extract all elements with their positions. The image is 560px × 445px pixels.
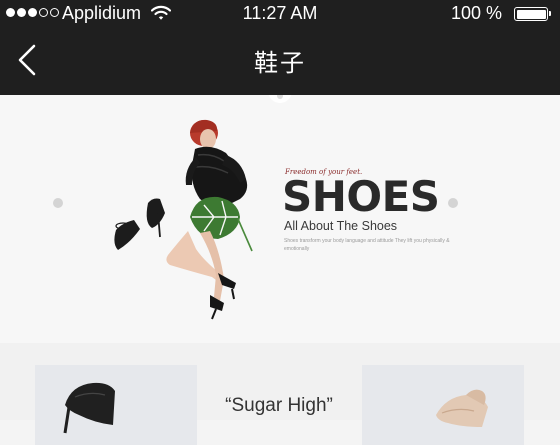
banner-body-text: Shoes transform your body language and a…	[284, 238, 450, 252]
banner-illustration	[114, 119, 253, 320]
black-heel-image	[63, 382, 115, 434]
nude-heel-image	[436, 389, 488, 427]
carousel-next-dot[interactable]	[448, 198, 458, 208]
page-title: 鞋子	[254, 50, 306, 77]
carousel-prev-dot[interactable]	[53, 198, 63, 208]
banner-subheadline: All About The Shoes	[284, 219, 398, 233]
battery-icon	[514, 7, 551, 21]
battery-percentage: 100 %	[450, 3, 502, 23]
top-bar: Applidium 11:27 AM 100 % 鞋子	[0, 0, 560, 95]
product-card-left[interactable]	[35, 365, 197, 445]
product-card-right[interactable]	[362, 365, 524, 445]
hero-banner[interactable]: Freedom of your feet. SHOES All About Th…	[0, 95, 560, 343]
product-list: “Sugar High”	[0, 343, 560, 445]
banner-headline: SHOES	[282, 172, 440, 221]
product-name[interactable]: “Sugar High”	[204, 395, 354, 417]
status-bar: Applidium 11:27 AM 100 %	[0, 0, 560, 28]
carousel-indicator	[268, 95, 292, 103]
